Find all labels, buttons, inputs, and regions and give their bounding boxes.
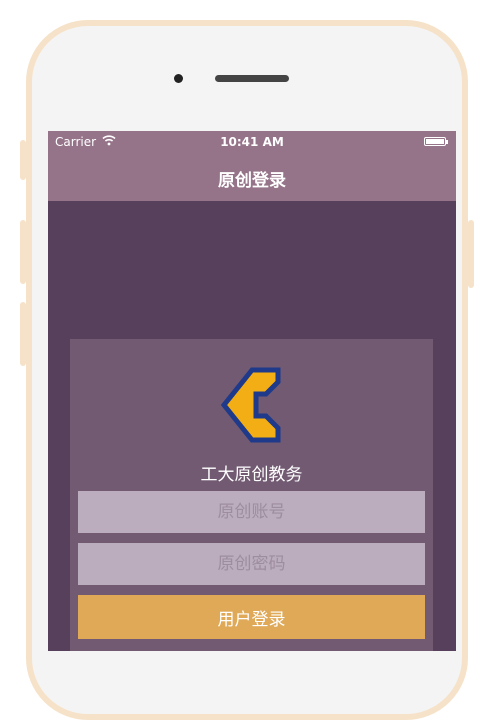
power-button <box>468 220 474 288</box>
login-button[interactable]: 用户登录 <box>78 595 425 639</box>
battery-icon <box>424 137 448 146</box>
account-input[interactable] <box>78 491 425 533</box>
app-logo-icon <box>220 367 281 443</box>
status-time: 10:41 AM <box>220 135 284 149</box>
password-input[interactable] <box>78 543 425 585</box>
status-bar: Carrier 10:41 AM <box>48 131 456 153</box>
earpiece-speaker <box>215 75 289 82</box>
front-camera <box>174 74 183 83</box>
navigation-bar: Carrier 10:41 AM 原创登录 <box>48 131 456 201</box>
phone-screen: Carrier 10:41 AM 原创登录 工大原创教务 用户登录 <box>48 131 456 651</box>
page-title: 原创登录 <box>218 171 286 191</box>
login-card: 工大原创教务 用户登录 <box>70 339 433 651</box>
app-name: 工大原创教务 <box>200 465 303 485</box>
